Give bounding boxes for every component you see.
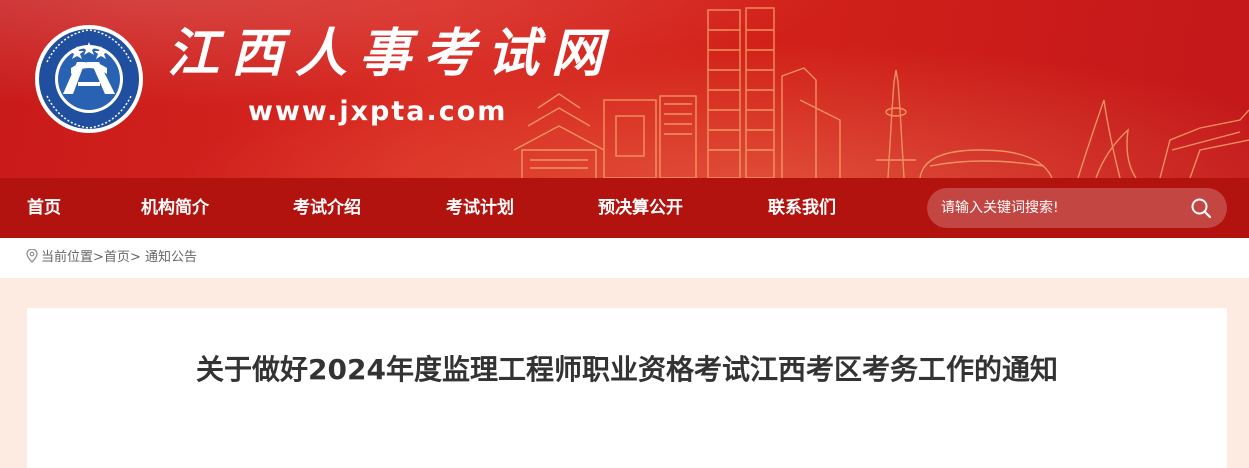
main-nav: 首页 机构简介 考试介绍 考试计划 预决算公开 联系我们 [0, 178, 1249, 238]
site-logo[interactable] [33, 24, 145, 134]
nav-item-budget[interactable]: 预决算公开 [598, 178, 683, 238]
nav-item-home[interactable]: 首页 [27, 178, 61, 238]
breadcrumb-separator: > [129, 250, 141, 265]
nav-item-exam-intro[interactable]: 考试介绍 [293, 178, 361, 238]
article-title: 关于做好2024年度监理工程师职业资格考试江西考区考务工作的通知 [196, 353, 1058, 386]
search-input[interactable] [941, 188, 1181, 228]
site-url: www.jxpta.com [248, 96, 508, 127]
article-card: 关于做好2024年度监理工程师职业资格考试江西考区考务工作的通知 [27, 308, 1227, 468]
site-banner: 江西人事考试网 www.jxpta.com [0, 0, 1249, 178]
search-box [927, 188, 1227, 228]
breadcrumb-separator: > [93, 250, 104, 265]
nav-item-contact[interactable]: 联系我们 [768, 178, 836, 238]
breadcrumb-prefix: 当前位置 [41, 250, 94, 265]
search-icon[interactable] [1189, 196, 1213, 220]
breadcrumb-bar: 当前位置>首页> 通知公告 [0, 238, 1249, 278]
location-pin-icon [26, 249, 38, 263]
nav-item-exam-plan[interactable]: 考试计划 [446, 178, 514, 238]
breadcrumb-home-link[interactable]: 首页 [104, 250, 130, 265]
breadcrumb-current-link[interactable]: 通知公告 [145, 250, 197, 265]
nav-item-about[interactable]: 机构简介 [141, 178, 209, 238]
breadcrumb: 当前位置>首页> 通知公告 [25, 238, 197, 278]
city-skyline-illustration [513, 7, 1249, 178]
